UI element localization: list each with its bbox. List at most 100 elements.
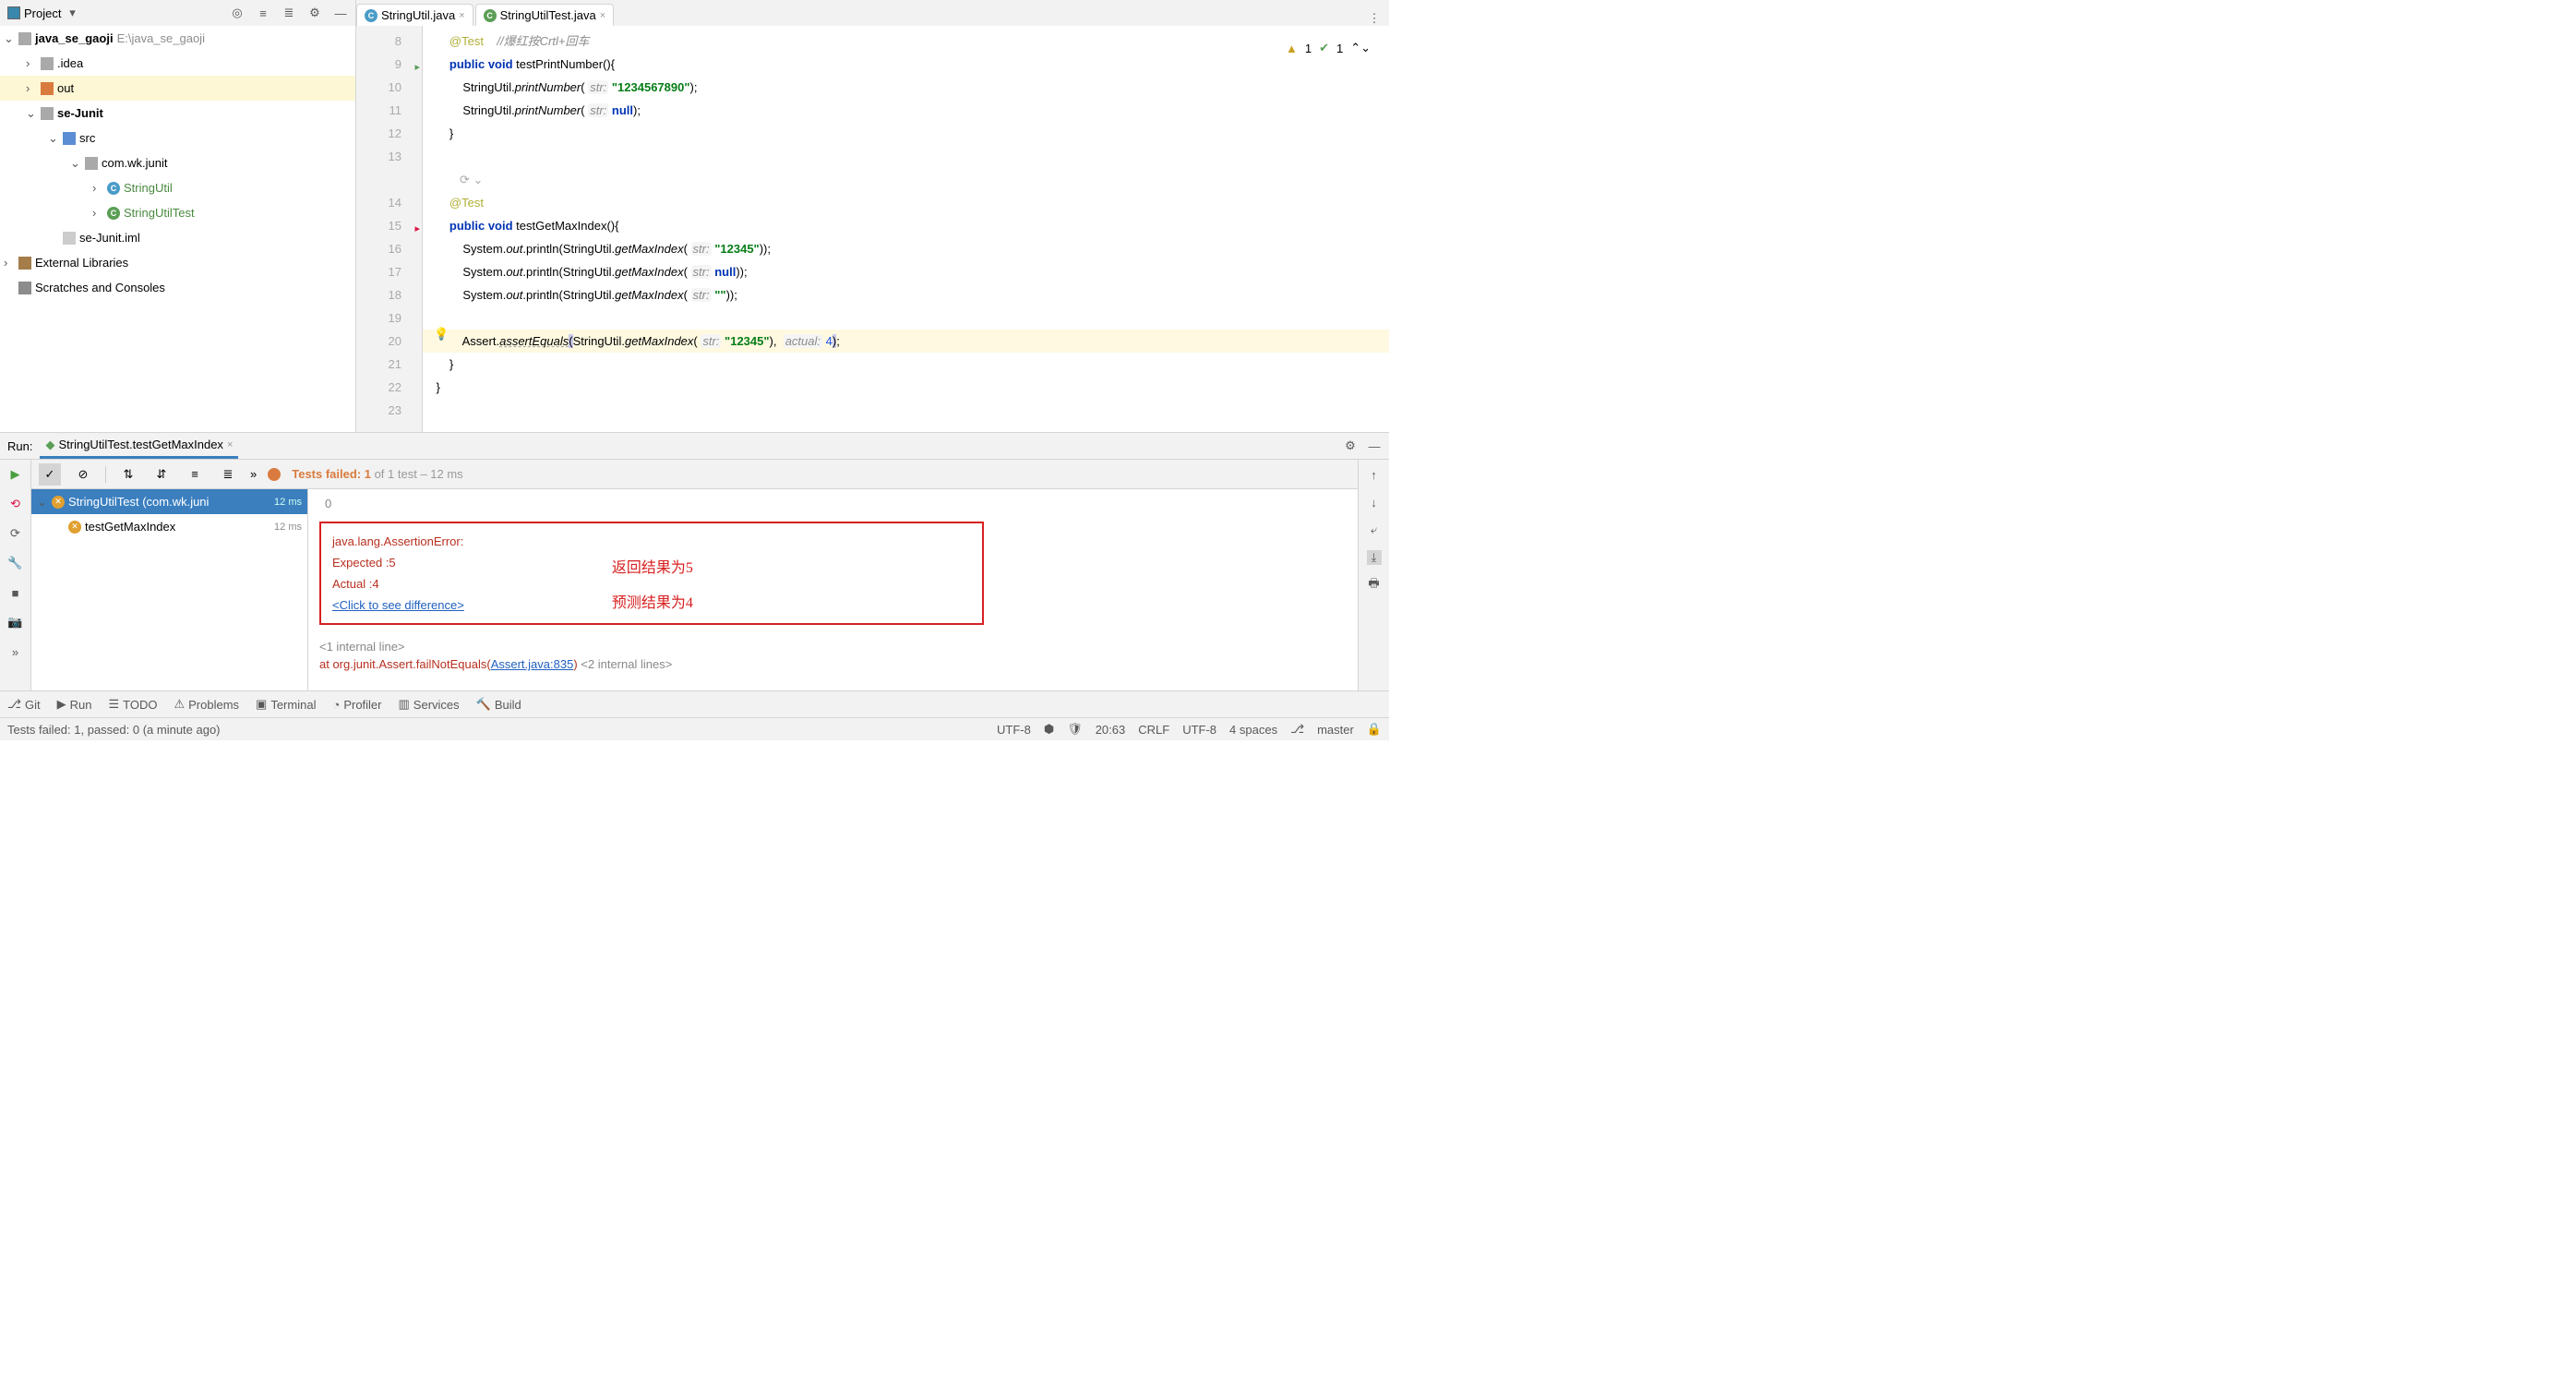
tree-label: se-Junit xyxy=(57,106,103,120)
status-message: Tests failed: 1, passed: 0 (a minute ago… xyxy=(7,723,221,737)
test-fail-icon: ✕ xyxy=(68,521,81,534)
soft-wrap-icon[interactable]: ⤶ xyxy=(1367,522,1382,537)
test-method-row[interactable]: ✕ testGetMaxIndex 12 ms xyxy=(31,514,307,539)
java-class-icon: C xyxy=(365,9,377,22)
minimize-icon[interactable]: — xyxy=(1367,438,1382,453)
editor-tab-stringutiltest[interactable]: C StringUtilTest.java × xyxy=(475,4,614,26)
code-editor[interactable]: 8 9▸ 10 11 12 13 14 15▸ 16 17 18 19 20 2… xyxy=(356,26,1389,432)
chevron-down-icon: ⌄ xyxy=(4,31,15,46)
tree-sejunit[interactable]: ⌄ se-Junit xyxy=(0,101,355,126)
stacktrace-link[interactable]: Assert.java:835 xyxy=(491,657,574,671)
actual-line: Actual :4 xyxy=(332,577,464,591)
encoding-1[interactable]: UTF-8 xyxy=(997,723,1031,737)
git-tool[interactable]: ⎇Git xyxy=(7,697,41,712)
run-tab[interactable]: ◆ StringUtilTest.testGetMaxIndex × xyxy=(40,434,238,459)
line-separator[interactable]: CRLF xyxy=(1138,723,1169,737)
shield-icon[interactable]: 🛡 xyxy=(1067,722,1083,737)
gear-icon[interactable]: ⚙ xyxy=(1343,438,1358,453)
chevron-down-icon: ⌄ xyxy=(70,156,81,171)
tree-iml[interactable]: › se-Junit.iml xyxy=(0,225,355,250)
tree-idea[interactable]: › .idea xyxy=(0,51,355,76)
collapse-all-icon[interactable]: ≣ xyxy=(217,463,239,486)
tree-class-stringutiltest[interactable]: › C StringUtilTest xyxy=(0,200,355,225)
tree-label: StringUtilTest xyxy=(124,206,195,220)
java-class-icon: C xyxy=(107,182,120,195)
toggle-auto-icon[interactable]: ⟳ xyxy=(8,526,23,541)
todo-tool[interactable]: ☰TODO xyxy=(108,697,157,712)
down-icon[interactable]: ↓ xyxy=(1367,495,1382,510)
up-icon[interactable]: ↑ xyxy=(1367,467,1382,482)
project-tree[interactable]: ⌄ java_se_gaoji E:\java_se_gaoji › .idea… xyxy=(0,26,356,432)
scroll-to-end-icon[interactable]: ⤓ xyxy=(1367,550,1382,565)
chevron-right-icon: › xyxy=(26,56,37,70)
rerun-icon[interactable]: ▶ xyxy=(8,467,23,482)
project-selector[interactable]: Project ▾ xyxy=(0,6,87,20)
tree-root[interactable]: ⌄ java_se_gaoji E:\java_se_gaoji xyxy=(0,26,355,51)
test-class-row[interactable]: ⌄ ✕ StringUtilTest (com.wk.juni 12 ms xyxy=(31,489,307,514)
terminal-icon: ▣ xyxy=(256,697,267,712)
tree-out[interactable]: › out xyxy=(0,76,355,101)
target-icon[interactable]: ◎ xyxy=(230,6,245,20)
close-icon[interactable]: × xyxy=(227,439,233,450)
services-icon: ▥ xyxy=(399,697,410,712)
profiler-icon: ◔ xyxy=(332,698,340,712)
build-tool[interactable]: 🔨Build xyxy=(476,697,521,712)
rerun-failed-icon[interactable]: ⟲ xyxy=(8,497,23,511)
profiler-tool[interactable]: ◔Profiler xyxy=(332,698,381,712)
editor-content[interactable]: ▲1 ✔1 ⌃⌄ 💡 @Test //爆红按Crtl+回车 public voi… xyxy=(423,26,1389,432)
inspections-widget[interactable]: ▲1 ✔1 ⌃⌄ xyxy=(1286,41,1371,55)
show-passed-icon[interactable]: ✓ xyxy=(39,463,61,486)
more-icon[interactable]: ⋮ xyxy=(1367,11,1382,26)
error-highlight-box: java.lang.AssertionError: Expected :5 Ac… xyxy=(319,522,984,625)
intention-bulb-icon[interactable]: 💡 xyxy=(434,327,449,342)
editor-tab-stringutil[interactable]: C StringUtil.java × xyxy=(356,4,473,26)
gear-icon[interactable]: ⚙ xyxy=(307,6,322,20)
expand-icon[interactable]: ≡ xyxy=(256,6,270,20)
indent[interactable]: 4 spaces xyxy=(1229,723,1277,737)
annotation-2: 预测结果为4 xyxy=(612,590,693,612)
tree-class-stringutil[interactable]: › C StringUtil xyxy=(0,175,355,200)
services-tool[interactable]: ▥Services xyxy=(399,697,460,712)
chevron-up-down-icon[interactable]: ⌃⌄ xyxy=(1350,41,1371,55)
lock-icon[interactable]: 🔒 xyxy=(1367,722,1382,737)
stop-icon[interactable]: ■ xyxy=(8,585,23,600)
show-ignored-icon[interactable]: ⊘ xyxy=(72,463,94,486)
caret-position[interactable]: 20:63 xyxy=(1096,723,1126,737)
see-difference-link[interactable]: <Click to see difference> xyxy=(332,598,464,612)
test-tree[interactable]: ⌄ ✕ StringUtilTest (com.wk.juni 12 ms ✕ … xyxy=(31,489,308,690)
terminal-tool[interactable]: ▣Terminal xyxy=(256,697,316,712)
problems-tool[interactable]: ⚠Problems xyxy=(174,697,239,712)
dump-icon[interactable]: 📷 xyxy=(8,615,23,630)
tree-pkg[interactable]: ⌄ com.wk.junit xyxy=(0,150,355,175)
collapse-icon[interactable]: ≣ xyxy=(282,6,296,20)
print-icon[interactable]: 🖶 xyxy=(1367,578,1382,593)
list-icon: ☰ xyxy=(108,697,119,712)
expand-all-icon[interactable]: ≡ xyxy=(184,463,206,486)
minimize-icon[interactable]: — xyxy=(333,6,348,20)
git-icon: ⎇ xyxy=(7,697,21,712)
wrench-icon[interactable]: 🔧 xyxy=(8,556,23,570)
more-icon[interactable]: » xyxy=(8,644,23,659)
git-branch[interactable]: master xyxy=(1317,723,1354,737)
encoding-2[interactable]: UTF-8 xyxy=(1182,723,1216,737)
chevron-down-icon: ⌄ xyxy=(26,106,37,121)
tree-src[interactable]: ⌄ src xyxy=(0,126,355,150)
sort-icon[interactable]: ⇅ xyxy=(117,463,139,486)
sort-icon-2[interactable]: ⇵ xyxy=(150,463,173,486)
run-label: Run: xyxy=(7,439,32,453)
run-tool[interactable]: ▶Run xyxy=(57,697,92,712)
chevron-right-icon: › xyxy=(92,181,103,195)
close-icon[interactable]: × xyxy=(600,10,605,21)
java-test-class-icon: C xyxy=(107,207,120,220)
chevron-right-icon: › xyxy=(92,206,103,220)
chevron-down-icon: ▾ xyxy=(65,6,79,20)
close-icon[interactable]: × xyxy=(459,10,464,21)
tree-scratches[interactable]: › Scratches and Consoles xyxy=(0,275,355,300)
console-output[interactable]: 0 java.lang.AssertionError: Expected :5 … xyxy=(308,489,1358,690)
fail-status-icon xyxy=(268,468,281,481)
run-config-icon: ◆ xyxy=(45,438,54,452)
folder-icon xyxy=(41,82,54,95)
chevron-down-icon: ⌄ xyxy=(48,131,59,146)
tree-external-libs[interactable]: › External Libraries xyxy=(0,250,355,275)
ide-icon[interactable]: ⬢ xyxy=(1044,722,1054,737)
